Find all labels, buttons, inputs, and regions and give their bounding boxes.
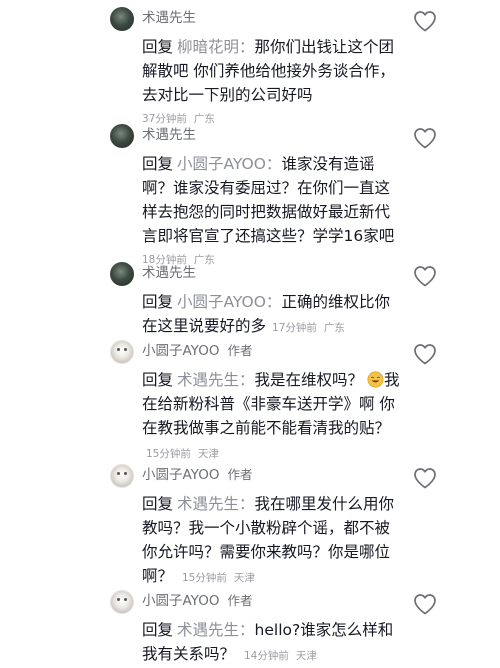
reply-word: 回复 (142, 155, 174, 173)
comment-body[interactable]: 回复 术遇先生：hello?谁家怎么样和我有关系吗？ 14分钟前 天津 (142, 618, 400, 668)
timestamp: 15分钟前 (146, 448, 191, 460)
username[interactable]: 术遇先生 (142, 264, 196, 282)
username-row: 小圆子AYOO 作者 (142, 592, 252, 610)
location: 天津 (295, 650, 317, 662)
username[interactable]: 小圆子AYOO (142, 343, 219, 359)
reply-target[interactable]: 柳暗花明： (177, 38, 255, 56)
comment-body[interactable]: 回复 术遇先生：我在哪里发什么用你教吗？我一个小散粉辟个谣，都不被你允许吗？需要你… (142, 492, 400, 590)
location: 广东 (193, 254, 215, 266)
heart-outline-icon[interactable] (413, 10, 437, 32)
heart-outline-icon[interactable] (413, 127, 437, 149)
reply-word: 回复 (142, 621, 174, 639)
comment-body[interactable]: 回复 小圆子AYOO：谁家没有造谣啊？谁家没有委屈过？在你们一直这样去抱怨的同时把… (142, 152, 400, 272)
timestamp: 17分钟前 (272, 322, 317, 334)
reply-target[interactable]: 术遇先生： (177, 621, 255, 639)
avatar[interactable] (110, 464, 134, 488)
timestamp: 15分钟前 (181, 572, 227, 584)
reply-word: 回复 (142, 293, 174, 311)
avatar[interactable] (110, 340, 134, 364)
avatar[interactable] (110, 590, 134, 614)
heart-outline-icon[interactable] (413, 343, 437, 365)
username[interactable]: 术遇先生 (142, 126, 196, 144)
location: 天津 (233, 572, 255, 584)
location: 天津 (197, 448, 219, 460)
comment-meta: 15分钟前 天津 (146, 448, 219, 460)
heart-outline-icon[interactable] (413, 265, 437, 287)
reply-word: 回复 (142, 495, 174, 513)
comment-body[interactable]: 回复 柳暗花明：那你们出钱让这个团解散吧 你们养他给他接外务谈合作，去对比一下别的… (142, 35, 400, 131)
author-badge: 作者 (227, 467, 253, 482)
timestamp: 14分钟前 (243, 650, 289, 662)
timestamp: 37分钟前 (142, 113, 187, 125)
comment-meta: 17分钟前 广东 (272, 322, 345, 334)
comment-body[interactable]: 回复 术遇先生：我是在维权吗？ 我在给新粉科普《非豪车送开学》啊 你在教我做事之前能… (142, 368, 400, 466)
comment-text: 我是在维权吗？ (254, 371, 364, 389)
reply-word: 回复 (142, 38, 174, 56)
avatar[interactable] (110, 262, 134, 286)
heart-outline-icon[interactable] (413, 593, 437, 615)
comment-meta: 14分钟前 天津 (244, 650, 317, 662)
reply-word: 回复 (142, 371, 174, 389)
username[interactable]: 小圆子AYOO (142, 467, 219, 483)
location: 广东 (193, 113, 215, 125)
author-badge: 作者 (227, 593, 253, 608)
location: 广东 (323, 322, 345, 334)
avatar[interactable] (110, 124, 134, 148)
reply-target[interactable]: 小圆子AYOO： (177, 293, 281, 311)
username[interactable]: 小圆子AYOO (142, 593, 219, 609)
comment-meta: 15分钟前 天津 (182, 572, 255, 584)
author-badge: 作者 (227, 343, 253, 358)
reply-target[interactable]: 小圆子AYOO： (177, 155, 281, 173)
username[interactable]: 术遇先生 (142, 9, 196, 27)
username-row: 小圆子AYOO 作者 (142, 342, 252, 360)
grinning-sweat-emoji (367, 371, 384, 388)
heart-outline-icon[interactable] (413, 467, 437, 489)
username-row: 小圆子AYOO 作者 (142, 466, 252, 484)
avatar[interactable] (110, 7, 134, 31)
reply-target[interactable]: 术遇先生： (177, 371, 255, 389)
comment-body[interactable]: 回复 小圆子AYOO：正确的维权比你在这里说要好的多 17分钟前 广东 (142, 290, 400, 340)
reply-target[interactable]: 术遇先生： (177, 495, 255, 513)
